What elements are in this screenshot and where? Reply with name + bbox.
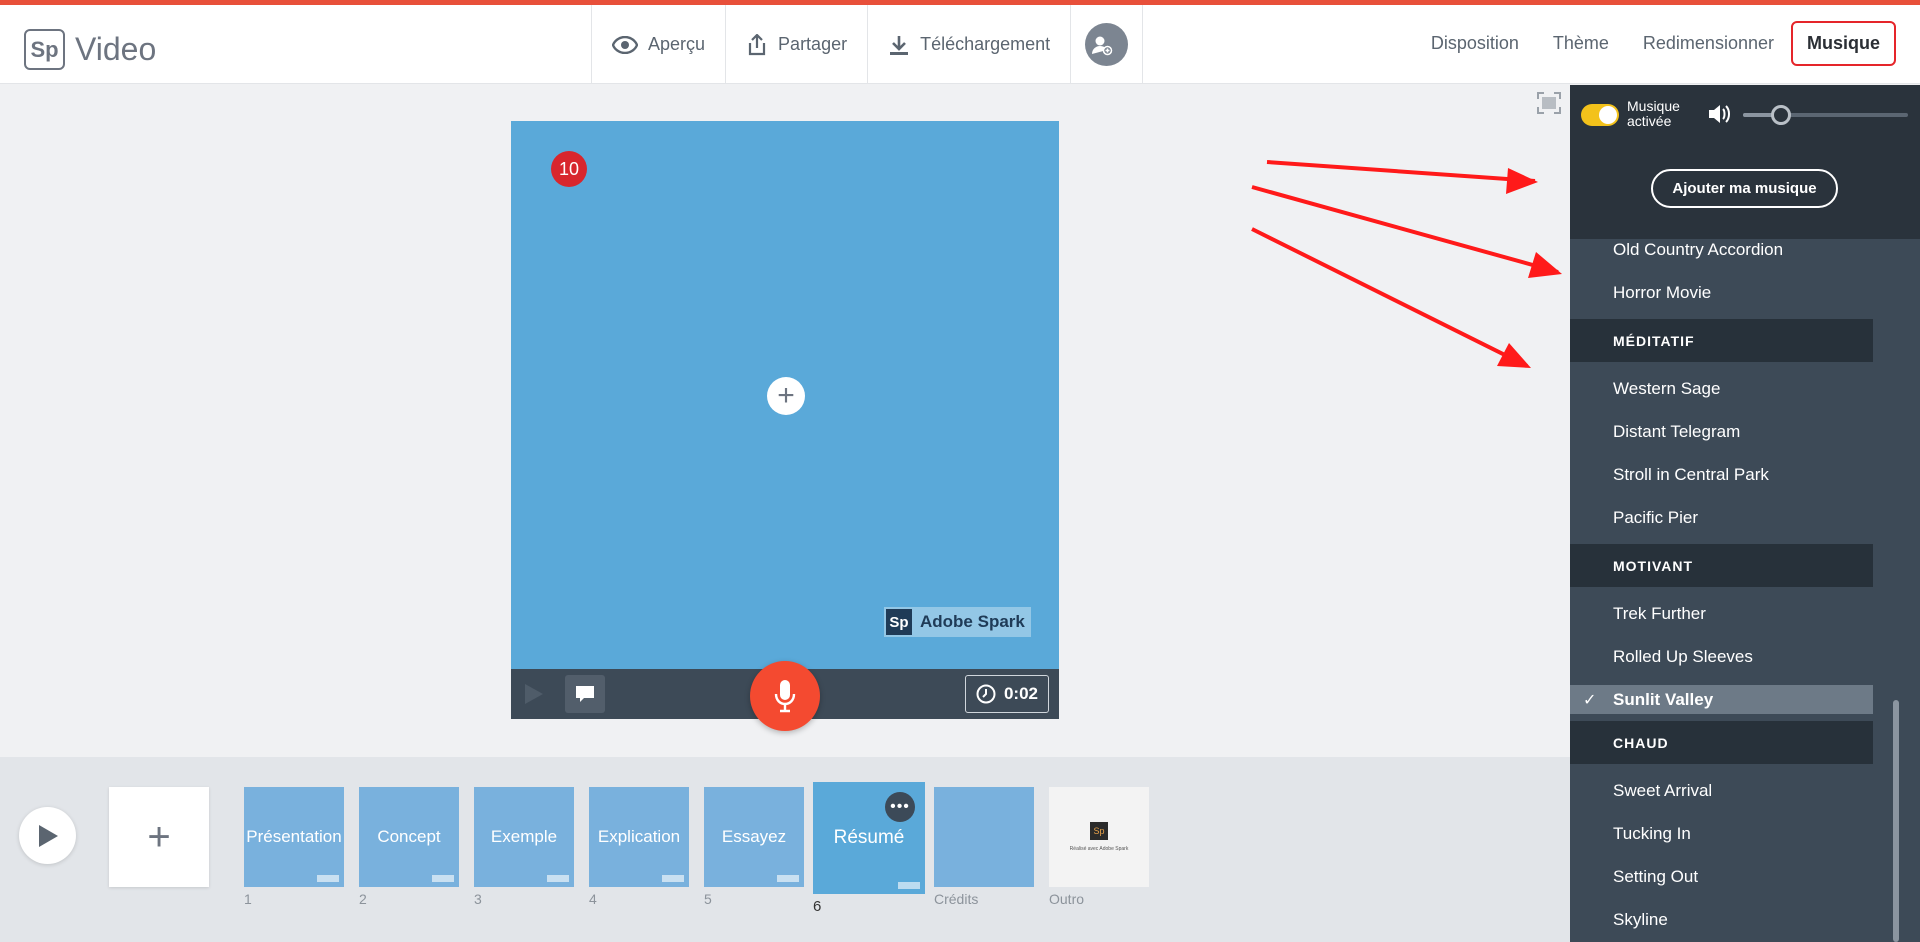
slide-thumb-label: Présentation (246, 827, 342, 846)
thumb-watermark (662, 875, 684, 882)
thumb-watermark (547, 875, 569, 882)
tab-music[interactable]: Musique (1790, 21, 1896, 66)
slide-thumb-label: Résumé (833, 827, 905, 848)
center-toolbar: Aperçu Partager Téléchargement (591, 5, 1144, 84)
tab-resize[interactable]: Redimensionner (1626, 23, 1791, 64)
preview-button[interactable]: Aperçu (591, 5, 725, 84)
play-video-button[interactable] (19, 807, 76, 864)
slide-thumb-label: Exemple (490, 827, 558, 846)
slide-number: 4 (589, 891, 597, 907)
slide-number: 5 (704, 891, 712, 907)
tab-layout[interactable]: Disposition (1414, 23, 1536, 64)
music-item[interactable]: Horror Movie (1570, 271, 1873, 314)
share-label: Partager (778, 34, 848, 54)
music-toggle[interactable] (1581, 104, 1619, 126)
app-name: Video (75, 31, 157, 67)
download-icon (890, 35, 909, 55)
microphone-icon (774, 680, 796, 713)
add-my-music-button[interactable]: Ajouter ma musique (1651, 169, 1838, 208)
music-item[interactable]: Pacific Pier (1570, 496, 1873, 539)
music-item-selected[interactable]: Sunlit Valley (1570, 685, 1873, 714)
slide-number: 2 (359, 891, 367, 907)
slide-timeline: + Présentation 1 Concept 2 Exemple 3 Exp… (0, 757, 1570, 942)
slide-thumb-2[interactable]: Concept (359, 787, 459, 887)
watermark-text: Adobe Spark (920, 612, 1025, 631)
annotation-arrows (1251, 160, 1562, 368)
slide-thumb-5[interactable]: Essayez (704, 787, 804, 887)
thumb-watermark (777, 875, 799, 882)
play-slide-icon[interactable] (523, 682, 545, 706)
collaborator-button[interactable] (1070, 5, 1144, 84)
app-logo[interactable]: Sp Video (24, 29, 156, 70)
add-content-button[interactable]: + (767, 377, 805, 415)
comment-icon (576, 686, 594, 702)
music-item[interactable]: Tucking In (1570, 812, 1873, 855)
music-item[interactable]: Trek Further (1570, 592, 1873, 635)
slide-number: Outro (1049, 891, 1085, 907)
slide-thumb-6-active[interactable]: Résumé ••• (813, 782, 925, 894)
caption-button[interactable] (565, 675, 605, 713)
music-item[interactable]: Distant Telegram (1570, 410, 1873, 453)
slide-thumb-3[interactable]: Exemple (474, 787, 574, 887)
thumb-watermark (317, 875, 339, 882)
record-voice-button[interactable] (750, 661, 820, 731)
slide-thumb-label: Essayez (721, 827, 787, 846)
slide-thumb-label: Explication (597, 827, 681, 846)
tab-theme[interactable]: Thème (1536, 23, 1626, 64)
slide-canvas[interactable]: 10 + Sp Adobe Spark (511, 121, 1059, 669)
eye-icon (612, 35, 638, 54)
slide-counter-badge: 10 (551, 151, 587, 187)
music-item[interactable]: Setting Out (1570, 855, 1873, 898)
adobe-spark-watermark[interactable]: Sp Adobe Spark (884, 607, 1031, 637)
slide-thumb-1[interactable]: Présentation (244, 787, 344, 887)
clock-icon (976, 684, 996, 704)
share-button[interactable]: Partager (725, 5, 867, 84)
music-item[interactable]: Skyline (1570, 898, 1873, 941)
toggle-label-line-2: activée (1627, 113, 1672, 129)
slide-thumb-credits[interactable] (934, 787, 1034, 887)
outro-spark-logo: Sp (1090, 822, 1108, 840)
thumb-watermark (898, 882, 920, 889)
music-toggle-label: Musique activée (1627, 99, 1680, 129)
music-category-motivant: MOTIVANT (1570, 544, 1873, 587)
add-slide-button[interactable]: + (109, 787, 209, 887)
download-label: Téléchargement (920, 34, 1051, 54)
volume-slider-knob[interactable] (1771, 105, 1791, 125)
music-panel: Musique activée Ajouter ma musique Old C… (1570, 85, 1920, 942)
right-nav: Disposition Thème Redimensionner Musique (1414, 21, 1896, 66)
music-list-scrollbar[interactable] (1893, 700, 1899, 942)
slide-thumb-4[interactable]: Explication (589, 787, 689, 887)
download-button[interactable]: Téléchargement (867, 5, 1070, 84)
music-item[interactable]: Stroll in Central Park (1570, 453, 1873, 496)
watermark-logo: Sp (886, 609, 912, 635)
duration-text: 0:02 (1003, 684, 1038, 703)
music-item[interactable]: Sweet Arrival (1570, 769, 1873, 812)
volume-icon[interactable] (1707, 103, 1731, 125)
spark-logo-icon: Sp (24, 29, 65, 70)
music-panel-header: Musique activée Ajouter ma musique (1570, 85, 1920, 239)
add-user-icon (1085, 23, 1129, 66)
slide-number: 1 (244, 891, 252, 907)
thumb-watermark (432, 875, 454, 882)
preview-label: Aperçu (648, 34, 706, 54)
header: Sp Video Aperçu Partager Téléchargement … (0, 5, 1920, 84)
slide-thumb-label: Concept (377, 827, 441, 846)
music-category-meditatif: MÉDITATIF (1570, 319, 1873, 362)
more-options-icon[interactable]: ••• (885, 792, 915, 822)
play-icon (38, 824, 58, 847)
outro-text: Réalisé avec Adobe Spark (1069, 846, 1129, 852)
music-list: Old Country Accordion Horror Movie MÉDIT… (1570, 228, 1873, 941)
music-item[interactable]: Western Sage (1570, 367, 1873, 410)
slide-duration-button[interactable]: 0:02 (964, 675, 1049, 713)
toggle-label-line-1: Musique (1627, 98, 1680, 114)
fullscreen-icon[interactable] (1537, 92, 1561, 114)
slide-number: 6 (813, 898, 822, 915)
music-item[interactable]: Rolled Up Sleeves (1570, 635, 1873, 678)
slide-controls: 0:02 (511, 661, 1059, 731)
slide-thumb-outro[interactable]: Sp Réalisé avec Adobe Spark (1049, 787, 1149, 887)
music-category-chaud: CHAUD (1570, 721, 1873, 764)
slide-number: Crédits (934, 891, 979, 907)
share-icon (748, 33, 766, 55)
slide-number: 3 (474, 891, 482, 907)
